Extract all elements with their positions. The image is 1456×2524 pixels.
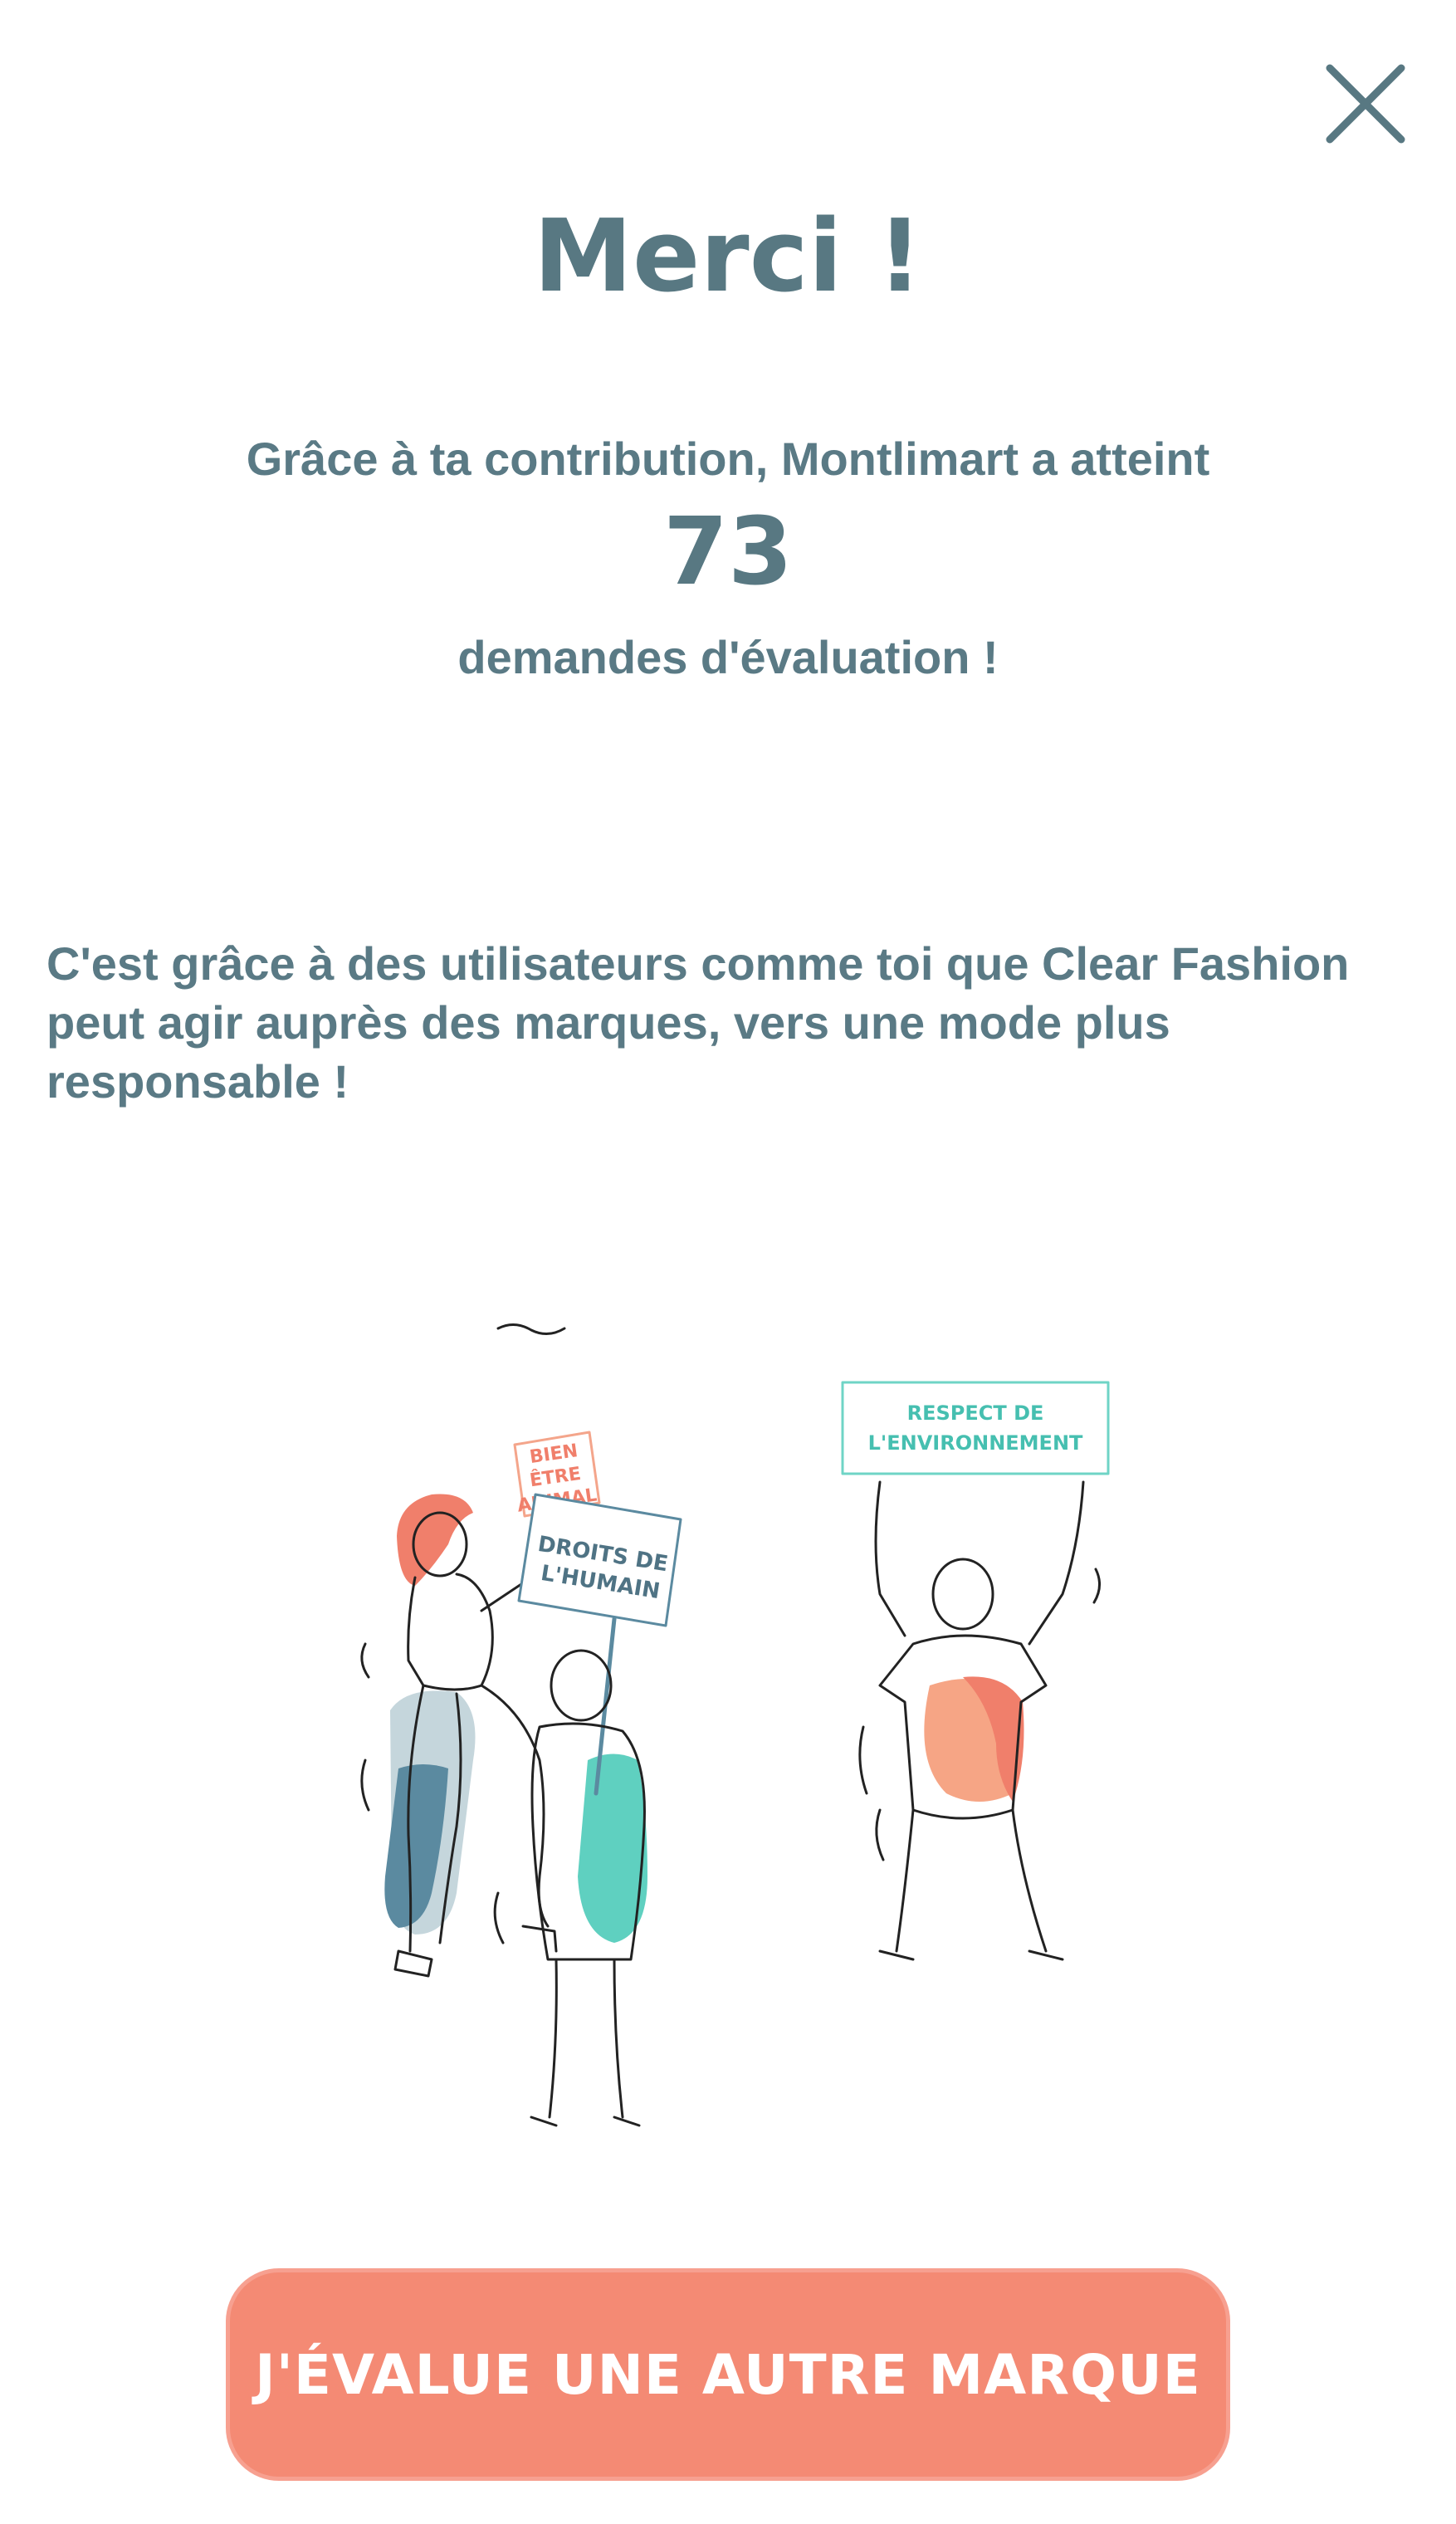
contribution-intro: Grâce à ta contribution, Montlimart a at… [246, 433, 1210, 485]
sign-env-line1: RESPECT DE [907, 1401, 1044, 1425]
page-title: Merci ! [533, 199, 923, 315]
sign-env-line2: L'ENVIRONNEMENT [868, 1431, 1083, 1455]
evaluation-request-count: 73 [663, 498, 793, 606]
sign-environment: RESPECT DE L'ENVIRONNEMENT [841, 1381, 1110, 1475]
thank-you-message: C'est grâce à des utilisateurs comme toi… [46, 937, 1350, 1108]
cta-label: J'ÉVALUE UNE AUTRE MARQUE [255, 2342, 1201, 2407]
close-button[interactable] [1320, 58, 1411, 149]
protest-illustration: BIEN ÊTRE ANIMAL RESPECT DE L'ENVIRONNEM… [332, 1295, 1129, 2192]
evaluate-another-brand-button[interactable]: J'ÉVALUE UNE AUTRE MARQUE [226, 2268, 1230, 2481]
sign-human-rights: DROITS DE L'HUMAIN [517, 1493, 682, 1796]
close-icon [1326, 64, 1405, 144]
contribution-outro: demandes d'évaluation ! [457, 631, 999, 683]
